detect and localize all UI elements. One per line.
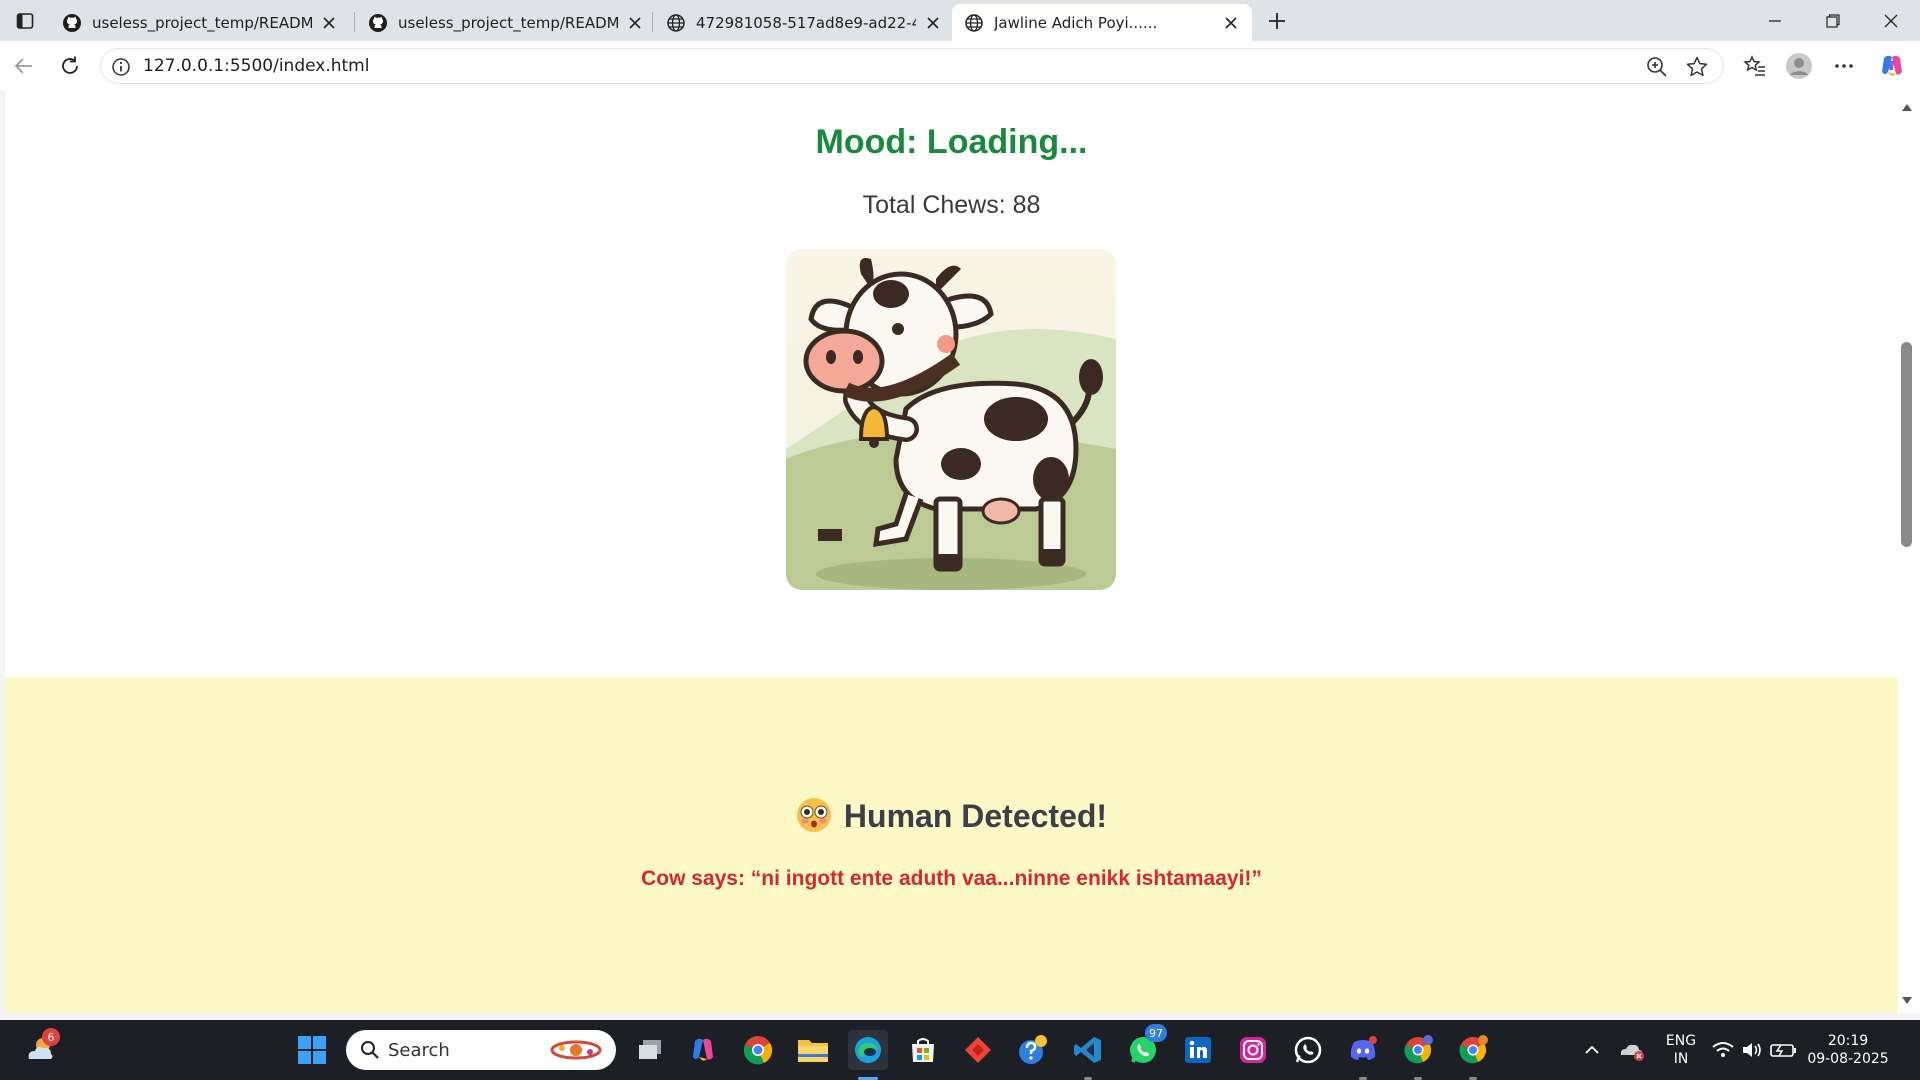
cow-image (786, 249, 1116, 590)
tab-title: useless_project_temp/README.m (92, 13, 312, 32)
weather-badge: 6 (42, 1028, 60, 1046)
tab-title: useless_project_temp/README.m (398, 13, 618, 32)
favorite-star-icon[interactable] (1685, 55, 1709, 79)
tab-divider (354, 12, 355, 32)
clock[interactable]: 20:19 09-08-2025 (1806, 1032, 1890, 1068)
search-placeholder: Search (388, 1039, 450, 1061)
chrome-icon[interactable] (738, 1030, 778, 1070)
zoom-icon[interactable] (1645, 55, 1669, 79)
tab-strip: useless_project_temp/README.m useless_pr… (0, 0, 1920, 41)
windows-taskbar: 6 Search 97 ENG IN 20:19 09-08-2025 (0, 1020, 1920, 1080)
show-hidden-icons-chevron-icon[interactable] (1572, 1030, 1612, 1070)
chrome-profile-s-icon[interactable] (1398, 1030, 1438, 1070)
onedrive-error-icon[interactable] (1612, 1030, 1652, 1070)
copilot-icon[interactable] (1876, 50, 1908, 82)
whatsapp-icon[interactable]: 97 (1123, 1024, 1167, 1070)
tab-title: 472981058-517ad8e9-ad22-457d (696, 13, 916, 32)
language-region: IN (1673, 1051, 1689, 1067)
tab-readme-2[interactable]: useless_project_temp/README.m (356, 4, 656, 41)
weather-widget-icon[interactable]: 6 (20, 1028, 60, 1070)
page-scrollbar[interactable] (1898, 91, 1920, 1013)
start-button[interactable] (292, 1030, 332, 1070)
scrollbar-thumb[interactable] (1901, 342, 1912, 547)
volume-icon (1743, 1043, 1761, 1057)
scroll-up-arrow-icon[interactable] (1898, 100, 1916, 114)
task-view-icon[interactable] (630, 1030, 670, 1070)
chrome-profile-orange-icon[interactable] (1453, 1030, 1493, 1070)
restore-button[interactable] (1804, 0, 1862, 41)
url-text[interactable]: 127.0.0.1:5500/index.html (143, 49, 369, 83)
tab-title: Jawline Adich Poyi...... (994, 13, 1158, 32)
tab-image[interactable]: 472981058-517ad8e9-ad22-457d (654, 4, 954, 41)
file-explorer-icon[interactable] (793, 1030, 833, 1070)
human-detected-text: Human Detected! (843, 798, 1108, 834)
tab-divider (652, 12, 653, 32)
back-button[interactable] (8, 50, 40, 82)
close-tab-icon[interactable] (320, 14, 338, 32)
clock-date: 09-08-2025 (1807, 1051, 1889, 1067)
wifi-icon (1712, 1042, 1734, 1057)
scroll-down-arrow-icon[interactable] (1898, 994, 1916, 1008)
close-tab-icon[interactable] (626, 14, 644, 32)
whatsapp-badge: 97 (1145, 1024, 1167, 1042)
battery-icon (1770, 1044, 1796, 1057)
clock-time: 20:19 (1827, 1033, 1869, 1049)
cow-says-text: Cow says: “ni ingott ente aduth vaa...ni… (641, 867, 1262, 890)
search-icon (361, 1041, 379, 1059)
page-viewport: Mood: Loading... Total Chews: 88 Human D… (5, 91, 1898, 1013)
address-bar[interactable]: 127.0.0.1:5500/index.html (100, 48, 1724, 84)
human-detected-section: Human Detected! Cow says: “ni ingott ent… (5, 677, 1898, 1013)
quick-settings-button[interactable] (1708, 1030, 1804, 1070)
site-info-icon[interactable] (111, 57, 131, 77)
globe-icon (965, 13, 983, 32)
close-tab-icon[interactable] (924, 14, 942, 32)
search-highlight-icon (550, 1040, 602, 1060)
globe-icon (667, 13, 685, 32)
whatsapp-desktop-icon[interactable] (1288, 1030, 1328, 1070)
github-icon (63, 13, 81, 32)
help-icon[interactable] (1013, 1030, 1053, 1070)
tab-active-jawline[interactable]: Jawline Adich Poyi...... (952, 4, 1252, 41)
favorites-icon[interactable] (1739, 50, 1771, 82)
anydesk-icon[interactable] (958, 1030, 998, 1070)
tab-readme-1[interactable]: useless_project_temp/README.m (50, 4, 350, 41)
minimize-button[interactable] (1746, 0, 1804, 41)
language-code: ENG (1665, 1033, 1697, 1049)
microsoft-store-icon[interactable] (903, 1030, 943, 1070)
edge-icon[interactable] (848, 1030, 888, 1070)
language-indicator[interactable]: ENG IN (1658, 1032, 1704, 1068)
github-icon (369, 13, 387, 32)
mood-heading: Mood: Loading... (815, 123, 1088, 161)
new-tab-button[interactable] (1262, 6, 1292, 36)
discord-icon[interactable] (1343, 1030, 1383, 1070)
copilot-app-icon[interactable] (683, 1030, 723, 1070)
close-window-button[interactable] (1862, 0, 1920, 41)
close-tab-icon[interactable] (1222, 14, 1240, 32)
more-options-icon[interactable] (1828, 50, 1860, 82)
flushed-face-icon (796, 798, 831, 832)
linkedin-icon[interactable] (1178, 1030, 1218, 1070)
browser-toolbar: 127.0.0.1:5500/index.html (0, 41, 1920, 91)
instagram-icon[interactable] (1233, 1030, 1273, 1070)
refresh-button[interactable] (54, 50, 86, 82)
total-chews-counter: Total Chews: 88 (862, 191, 1041, 219)
profile-avatar[interactable] (1783, 50, 1815, 82)
vscode-icon[interactable] (1068, 1030, 1108, 1070)
tab-actions-icon[interactable] (12, 8, 38, 34)
human-detected-heading: Human Detected! (5, 797, 1898, 835)
taskbar-search-box[interactable]: Search (346, 1030, 616, 1070)
